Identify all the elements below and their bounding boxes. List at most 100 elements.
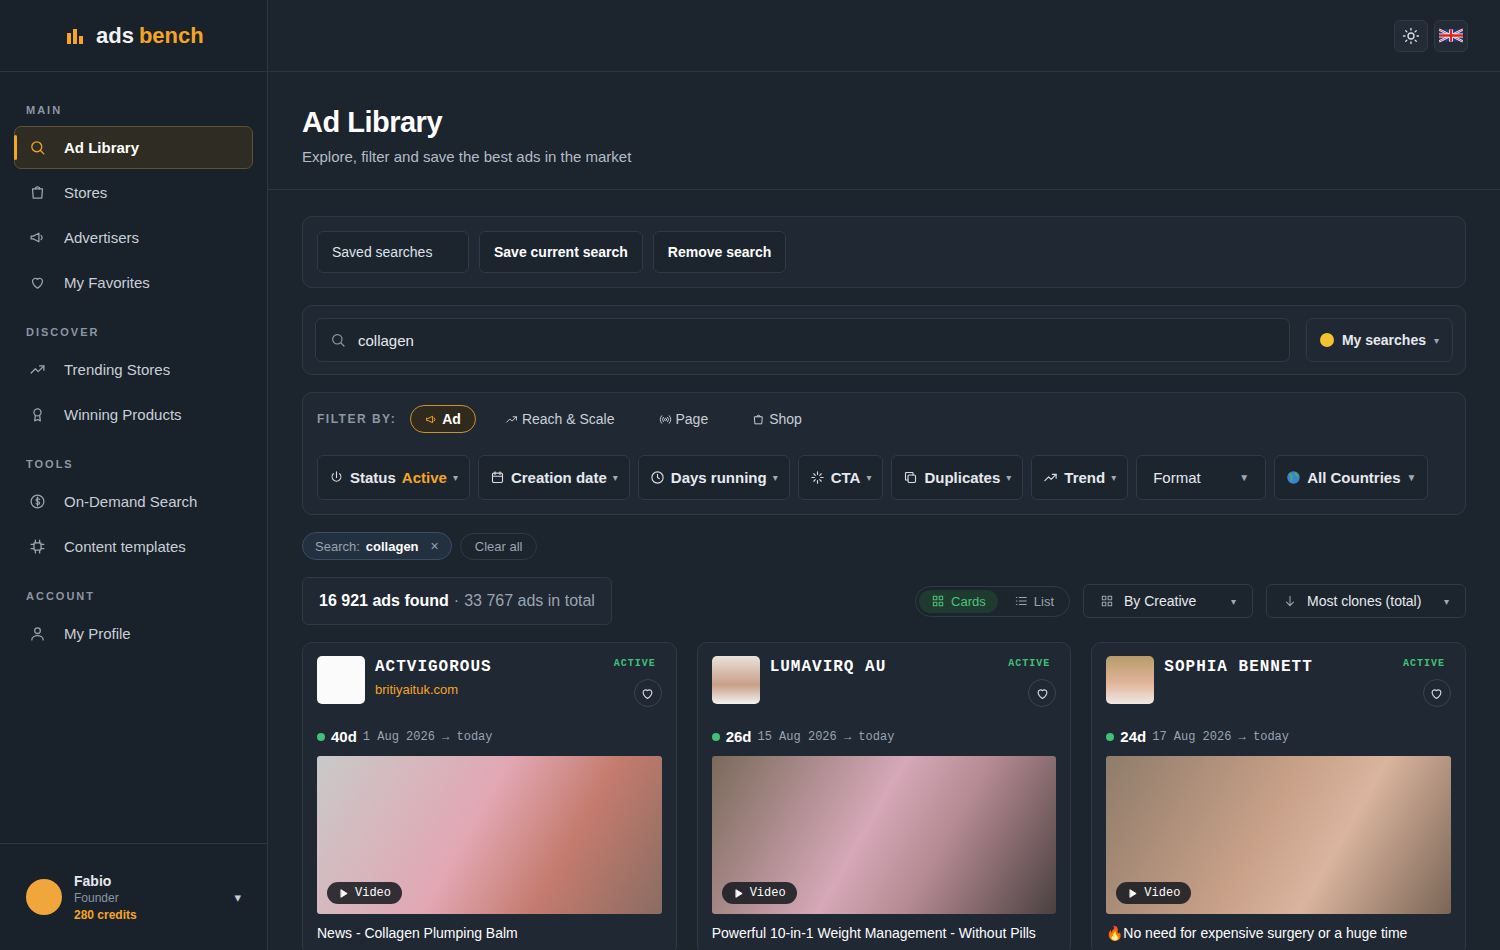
- favorite-button[interactable]: [1028, 679, 1056, 707]
- saved-searches-bar: Saved searchesSave current searchRemove …: [302, 216, 1466, 288]
- ad-grid: ACTVIGOROUS britiyaituk.com ACTIVE 40d 1…: [302, 642, 1466, 950]
- ad-card[interactable]: ACTVIGOROUS britiyaituk.com ACTIVE 40d 1…: [302, 642, 677, 950]
- days-running: 40d: [331, 728, 357, 745]
- date-range: 1 Aug 2026 → today: [363, 730, 493, 744]
- caret: ▼: [1239, 472, 1249, 483]
- ad-title: Powerful 10-in-1 Weight Management - Wit…: [712, 925, 1057, 941]
- advertiser-name[interactable]: SOPHIA BENNETT: [1164, 658, 1387, 676]
- sidebar-nav: MAIN Ad Library Stores Advertisers My Fa…: [0, 72, 267, 843]
- filter-tab[interactable]: Ad: [410, 405, 476, 433]
- user-panel[interactable]: Fabio Founder 280 credits ▾: [0, 843, 267, 950]
- filter-dropdown[interactable]: All Countries ▼: [1274, 455, 1428, 500]
- trend-icon: [1043, 470, 1058, 485]
- sidebar-item[interactable]: Advertisers: [14, 216, 253, 259]
- media-type: Video: [1144, 886, 1180, 900]
- group-by-dropdown[interactable]: By Creative ▾: [1083, 584, 1253, 618]
- caret: ▾: [1231, 596, 1236, 607]
- search-input[interactable]: collagen: [315, 318, 1290, 362]
- logo[interactable]: ads bench: [0, 0, 267, 72]
- sidebar: ads bench MAIN Ad Library Stores Adverti…: [0, 0, 268, 950]
- sort-dropdown[interactable]: Most clones (total) ▾: [1266, 584, 1466, 618]
- filter-dropdown[interactable]: Status Active ▾: [317, 455, 470, 500]
- running-dot: [317, 733, 325, 741]
- ad-card[interactable]: SOPHIA BENNETT ACTIVE 24d 17 Aug 2026 → …: [1091, 642, 1466, 950]
- filter-tab[interactable]: Reach & Scale: [490, 405, 630, 433]
- sidebar-item[interactable]: Trending Stores: [14, 348, 253, 391]
- sidebar-item[interactable]: Winning Products: [14, 393, 253, 436]
- sidebar-item-label: Content templates: [64, 538, 186, 555]
- sidebar-item[interactable]: My Favorites: [14, 261, 253, 304]
- copy-icon: [903, 470, 918, 485]
- saved-search-button[interactable]: Saved searches: [317, 231, 469, 273]
- advertiser-name[interactable]: LUMAVIRQ AU: [770, 658, 993, 676]
- filter-chip[interactable]: Search: collagen ×: [302, 532, 452, 560]
- saved-search-button[interactable]: Save current search: [479, 231, 643, 273]
- sidebar-item[interactable]: On-Demand Search: [14, 480, 253, 523]
- caret: ▾: [866, 472, 871, 483]
- app-window: ads bench MAIN Ad Library Stores Adverti…: [0, 0, 1500, 950]
- days-running: 24d: [1120, 728, 1146, 745]
- theme-toggle[interactable]: [1394, 20, 1428, 52]
- logo-first: ads: [96, 23, 134, 49]
- view-option[interactable]: List: [1002, 590, 1066, 613]
- group-by-label: By Creative: [1124, 593, 1196, 609]
- chip-key: Search:: [315, 539, 360, 554]
- filter-dropdown[interactable]: CTA ▾: [798, 455, 884, 500]
- my-searches-dropdown[interactable]: My searches ▾: [1306, 318, 1453, 362]
- filter-dropdown[interactable]: Format ▼: [1136, 455, 1266, 500]
- chip-remove[interactable]: ×: [431, 538, 439, 554]
- favorite-button[interactable]: [1423, 679, 1451, 707]
- sidebar-item[interactable]: My Profile: [14, 612, 253, 655]
- filter-label: Days running: [671, 469, 767, 486]
- user-info: Fabio Founder 280 credits: [74, 873, 222, 922]
- filter-dropdown[interactable]: Days running ▾: [638, 455, 790, 500]
- filter-tab[interactable]: Shop: [737, 405, 817, 433]
- sidebar-item-label: My Profile: [64, 625, 131, 642]
- ad-media[interactable]: Video: [712, 756, 1057, 914]
- advertiser-avatar: [1106, 656, 1154, 704]
- grid-icon: [1100, 594, 1114, 608]
- favorite-button[interactable]: [634, 679, 662, 707]
- filter-dropdown[interactable]: Trend ▾: [1031, 455, 1128, 500]
- filter-label: Duplicates: [924, 469, 1000, 486]
- sidebar-item[interactable]: Stores: [14, 171, 253, 214]
- run-duration: 24d 17 Aug 2026 → today: [1106, 728, 1451, 745]
- advertiser-domain[interactable]: britiyaituk.com: [375, 682, 598, 697]
- heart-icon: [1429, 686, 1444, 701]
- page-subtitle: Explore, filter and save the best ads in…: [302, 148, 1466, 165]
- ad-media[interactable]: Video: [1106, 756, 1451, 914]
- language-button[interactable]: [1434, 20, 1468, 52]
- sidebar-item[interactable]: Content templates: [14, 525, 253, 568]
- clear-all-button[interactable]: Clear all: [460, 533, 538, 560]
- filter-label: Status: [350, 469, 396, 486]
- globe-icon: [1286, 470, 1301, 485]
- view-option[interactable]: Cards: [919, 590, 998, 613]
- content: Saved searchesSave current searchRemove …: [268, 190, 1500, 950]
- sun-icon: [1402, 27, 1420, 45]
- sidebar-item[interactable]: Ad Library: [14, 126, 253, 169]
- ad-media[interactable]: Video: [317, 756, 662, 914]
- saved-search-button[interactable]: Remove search: [653, 231, 787, 273]
- filter-tab-label: Ad: [442, 411, 461, 427]
- media-badge: Video: [1116, 882, 1191, 904]
- advertiser-avatar: [317, 656, 365, 704]
- filter-dropdown[interactable]: Creation date ▾: [478, 455, 630, 500]
- ad-card[interactable]: LUMAVIRQ AU ACTIVE 26d 15 Aug 2026 → tod…: [697, 642, 1072, 950]
- user-credits: 280 credits: [74, 908, 222, 922]
- filter-tab[interactable]: Page: [644, 405, 724, 433]
- page-header: Ad Library Explore, filter and save the …: [268, 72, 1500, 190]
- user-menu-caret[interactable]: ▾: [234, 890, 241, 905]
- grid-icon: [931, 594, 945, 608]
- user-role: Founder: [74, 891, 222, 905]
- logo-second: bench: [139, 23, 204, 49]
- store-icon: [29, 184, 46, 201]
- arrow-down-icon: [1283, 594, 1297, 608]
- user-name: Fabio: [74, 873, 222, 889]
- ad-card-header: ACTVIGOROUS britiyaituk.com ACTIVE: [317, 656, 662, 707]
- run-duration: 40d 1 Aug 2026 → today: [317, 728, 662, 745]
- media-type: Video: [355, 886, 391, 900]
- view-toggle: CardsList: [915, 586, 1070, 617]
- advertiser-name[interactable]: ACTVIGOROUS: [375, 658, 598, 676]
- dollar-icon: [29, 493, 46, 510]
- filter-dropdown[interactable]: Duplicates ▾: [891, 455, 1023, 500]
